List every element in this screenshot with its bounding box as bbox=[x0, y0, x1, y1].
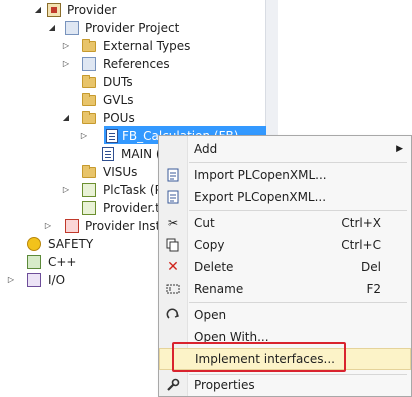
menu-item-open[interactable]: Open bbox=[159, 304, 411, 326]
shortcut-label: Del bbox=[361, 260, 381, 274]
menu-item-delete[interactable]: ✕ Delete Del bbox=[159, 256, 411, 278]
menu-item-label: Open bbox=[194, 308, 227, 322]
shortcut-label: Ctrl+C bbox=[341, 238, 381, 252]
collapse-arrow-icon[interactable]: ◢ bbox=[33, 1, 43, 19]
project-icon bbox=[65, 21, 79, 35]
io-icon bbox=[27, 273, 41, 287]
tree-item-label: DUTs bbox=[103, 75, 133, 89]
export-icon bbox=[166, 190, 180, 204]
scissors-icon: ✂ bbox=[167, 216, 179, 230]
collapse-arrow-icon[interactable]: ◢ bbox=[61, 109, 71, 127]
menu-item-label: Export PLCopenXML... bbox=[194, 190, 327, 204]
tree-item-label: C++ bbox=[48, 255, 77, 269]
menu-item-label: Copy bbox=[194, 238, 225, 252]
tree-item-pous[interactable]: ◢ POUs bbox=[0, 109, 265, 127]
wrench-icon bbox=[166, 378, 180, 392]
tree-item-gvls[interactable]: GVLs bbox=[0, 91, 265, 109]
delete-x-icon: ✕ bbox=[167, 259, 179, 275]
menu-item-copy[interactable]: Copy Ctrl+C bbox=[159, 234, 411, 256]
folder-icon bbox=[82, 93, 96, 106]
tree-item-label: Provider bbox=[67, 3, 117, 17]
menu-item-cut[interactable]: ✂ Cut Ctrl+X bbox=[159, 212, 411, 234]
copy-icon bbox=[166, 238, 180, 252]
tree-item-label: SAFETY bbox=[48, 237, 94, 251]
menu-item-label: Properties bbox=[194, 378, 255, 392]
task-icon bbox=[82, 183, 96, 197]
expand-arrow-icon[interactable]: ▷ bbox=[79, 127, 89, 145]
tree-item-provider[interactable]: ◢ Provider bbox=[0, 1, 265, 19]
folder-icon bbox=[82, 165, 96, 178]
program-icon bbox=[102, 147, 114, 161]
instance-icon bbox=[65, 219, 79, 233]
expand-arrow-icon[interactable]: ▷ bbox=[61, 55, 71, 73]
folder-icon bbox=[82, 111, 96, 124]
menu-item-export-plcopenxml[interactable]: Export PLCopenXML... bbox=[159, 186, 411, 208]
safety-icon bbox=[27, 237, 41, 251]
expand-arrow-icon[interactable]: ▷ bbox=[61, 37, 71, 55]
tree-item-label: POUs bbox=[103, 111, 135, 125]
tree-item-label: Provider Project bbox=[85, 21, 180, 35]
menu-item-properties[interactable]: Properties bbox=[159, 374, 411, 396]
expand-arrow-icon[interactable]: ▷ bbox=[6, 271, 16, 289]
tree-item-references[interactable]: ▷ References bbox=[0, 55, 265, 73]
collapse-arrow-icon[interactable]: ◢ bbox=[47, 19, 57, 37]
folder-icon bbox=[82, 75, 96, 88]
open-arrow-icon bbox=[166, 308, 180, 322]
references-icon bbox=[82, 57, 96, 71]
menu-item-label: Delete bbox=[194, 260, 234, 274]
menu-item-import-plcopenxml[interactable]: Import PLCopenXML... bbox=[159, 164, 411, 186]
tree-item-label: References bbox=[103, 57, 170, 71]
menu-separator bbox=[189, 162, 407, 163]
cpp-icon bbox=[27, 255, 41, 269]
submenu-arrow-icon: ▶ bbox=[396, 144, 403, 154]
tree-item-label: I/O bbox=[48, 273, 66, 287]
highlight-annotation-box bbox=[172, 342, 346, 372]
tree-item-provider-project[interactable]: ◢ Provider Project bbox=[0, 19, 265, 37]
menu-item-label: Rename bbox=[194, 282, 244, 296]
menu-separator bbox=[189, 302, 407, 303]
tree-item-label: GVLs bbox=[103, 93, 134, 107]
expand-arrow-icon[interactable]: ▷ bbox=[43, 217, 53, 235]
tree-item-label: VISUs bbox=[103, 165, 138, 179]
tree-item-duts[interactable]: DUTs bbox=[0, 73, 265, 91]
tree-item-label: External Types bbox=[103, 39, 191, 53]
folder-icon bbox=[82, 39, 96, 52]
import-icon bbox=[166, 168, 180, 182]
menu-item-label: Cut bbox=[194, 216, 215, 230]
menu-item-add[interactable]: Add ▶ bbox=[159, 138, 411, 160]
menu-item-rename[interactable]: Rename F2 bbox=[159, 278, 411, 300]
rename-icon bbox=[166, 282, 180, 296]
function-block-icon bbox=[106, 129, 118, 143]
shortcut-label: F2 bbox=[366, 282, 381, 296]
menu-separator bbox=[189, 210, 407, 211]
menu-item-label: Add bbox=[194, 142, 218, 156]
menu-item-label: Import PLCopenXML... bbox=[194, 168, 327, 182]
shortcut-label: Ctrl+X bbox=[341, 216, 381, 230]
plc-project-icon bbox=[47, 3, 61, 17]
tmc-file-icon bbox=[82, 201, 96, 215]
tree-item-external-types[interactable]: ▷ External Types bbox=[0, 37, 265, 55]
expand-arrow-icon[interactable]: ▷ bbox=[61, 181, 71, 199]
